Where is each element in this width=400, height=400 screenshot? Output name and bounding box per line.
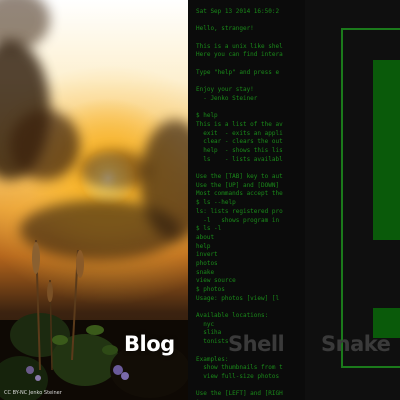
- terminal-line: Use the [LEFT] and [RIGH: [196, 390, 283, 398]
- terminal-line: invert: [196, 251, 218, 259]
- terminal-line: Here you can find intera: [196, 51, 283, 59]
- terminal-line: Examples:: [196, 355, 229, 363]
- terminal-line: -l shows program in: [196, 216, 280, 224]
- blog-panel[interactable]: CC BY-NC Jenko Steiner Blog: [0, 0, 188, 400]
- terminal-line: help - shows this lis: [196, 147, 283, 154]
- terminal-line: $ ls -l: [196, 225, 222, 233]
- terminal-line: clear - clears the out: [196, 138, 283, 146]
- terminal-line: Most commands accept the: [196, 190, 283, 198]
- terminal-line: $ help: [196, 112, 218, 120]
- terminal-line: Hello, stranger!: [196, 25, 254, 33]
- terminal-line: view full-size photos: [196, 372, 280, 380]
- terminal-line: Type "help" and press e: [196, 68, 280, 76]
- tree-silhouette: [10, 110, 80, 180]
- snake-segment: [373, 60, 400, 240]
- terminal-line: view source: [196, 277, 236, 285]
- terminal-line: ls - lists availabl: [196, 155, 283, 163]
- terminal-line: exit - exits an appli: [196, 129, 283, 137]
- snake-label[interactable]: Snake: [321, 332, 391, 356]
- terminal-line: show thumbnails from t: [196, 364, 283, 372]
- terminal-line: - Jenko Steiner: [196, 94, 258, 102]
- terminal-line: This is a unix like shel: [196, 42, 283, 50]
- terminal-line: Available locations:: [196, 312, 269, 320]
- terminal-line: about: [196, 233, 215, 241]
- terminal-line: Use the [TAB] key to aut: [196, 173, 283, 181]
- terminal-line: Sat Sep 13 2014 16:50:2: [196, 8, 280, 15]
- terminal-line: Enjoy your stay!: [196, 86, 254, 94]
- photo-credit: CC BY-NC Jenko Steiner: [4, 390, 62, 396]
- terminal-line: nyc: [196, 320, 215, 328]
- shell-panel[interactable]: Sat Sep 13 2014 16:50:2 Hello, stranger! T…: [188, 0, 305, 400]
- terminal-line: ls: lists registered pro: [196, 207, 283, 215]
- terminal-line: help: [196, 242, 211, 250]
- snake-board: [341, 28, 400, 368]
- terminal-line: Use the [UP] and [DOWN]: [196, 181, 280, 189]
- blog-label[interactable]: Blog: [124, 332, 175, 356]
- terminal-line: Usage: photos [view] [l: [196, 294, 280, 302]
- terminal-line: $ ls --help: [196, 199, 236, 207]
- shell-label[interactable]: Shell: [228, 332, 285, 356]
- foreground-plants: [0, 239, 188, 400]
- terminal-line: $ photos: [196, 286, 225, 293]
- terminal-line: This is a list of the av: [196, 120, 283, 128]
- terminal-line: photos: [196, 259, 218, 267]
- terminal-line: snake: [196, 268, 215, 276]
- snake-panel[interactable]: Snake: [305, 0, 400, 400]
